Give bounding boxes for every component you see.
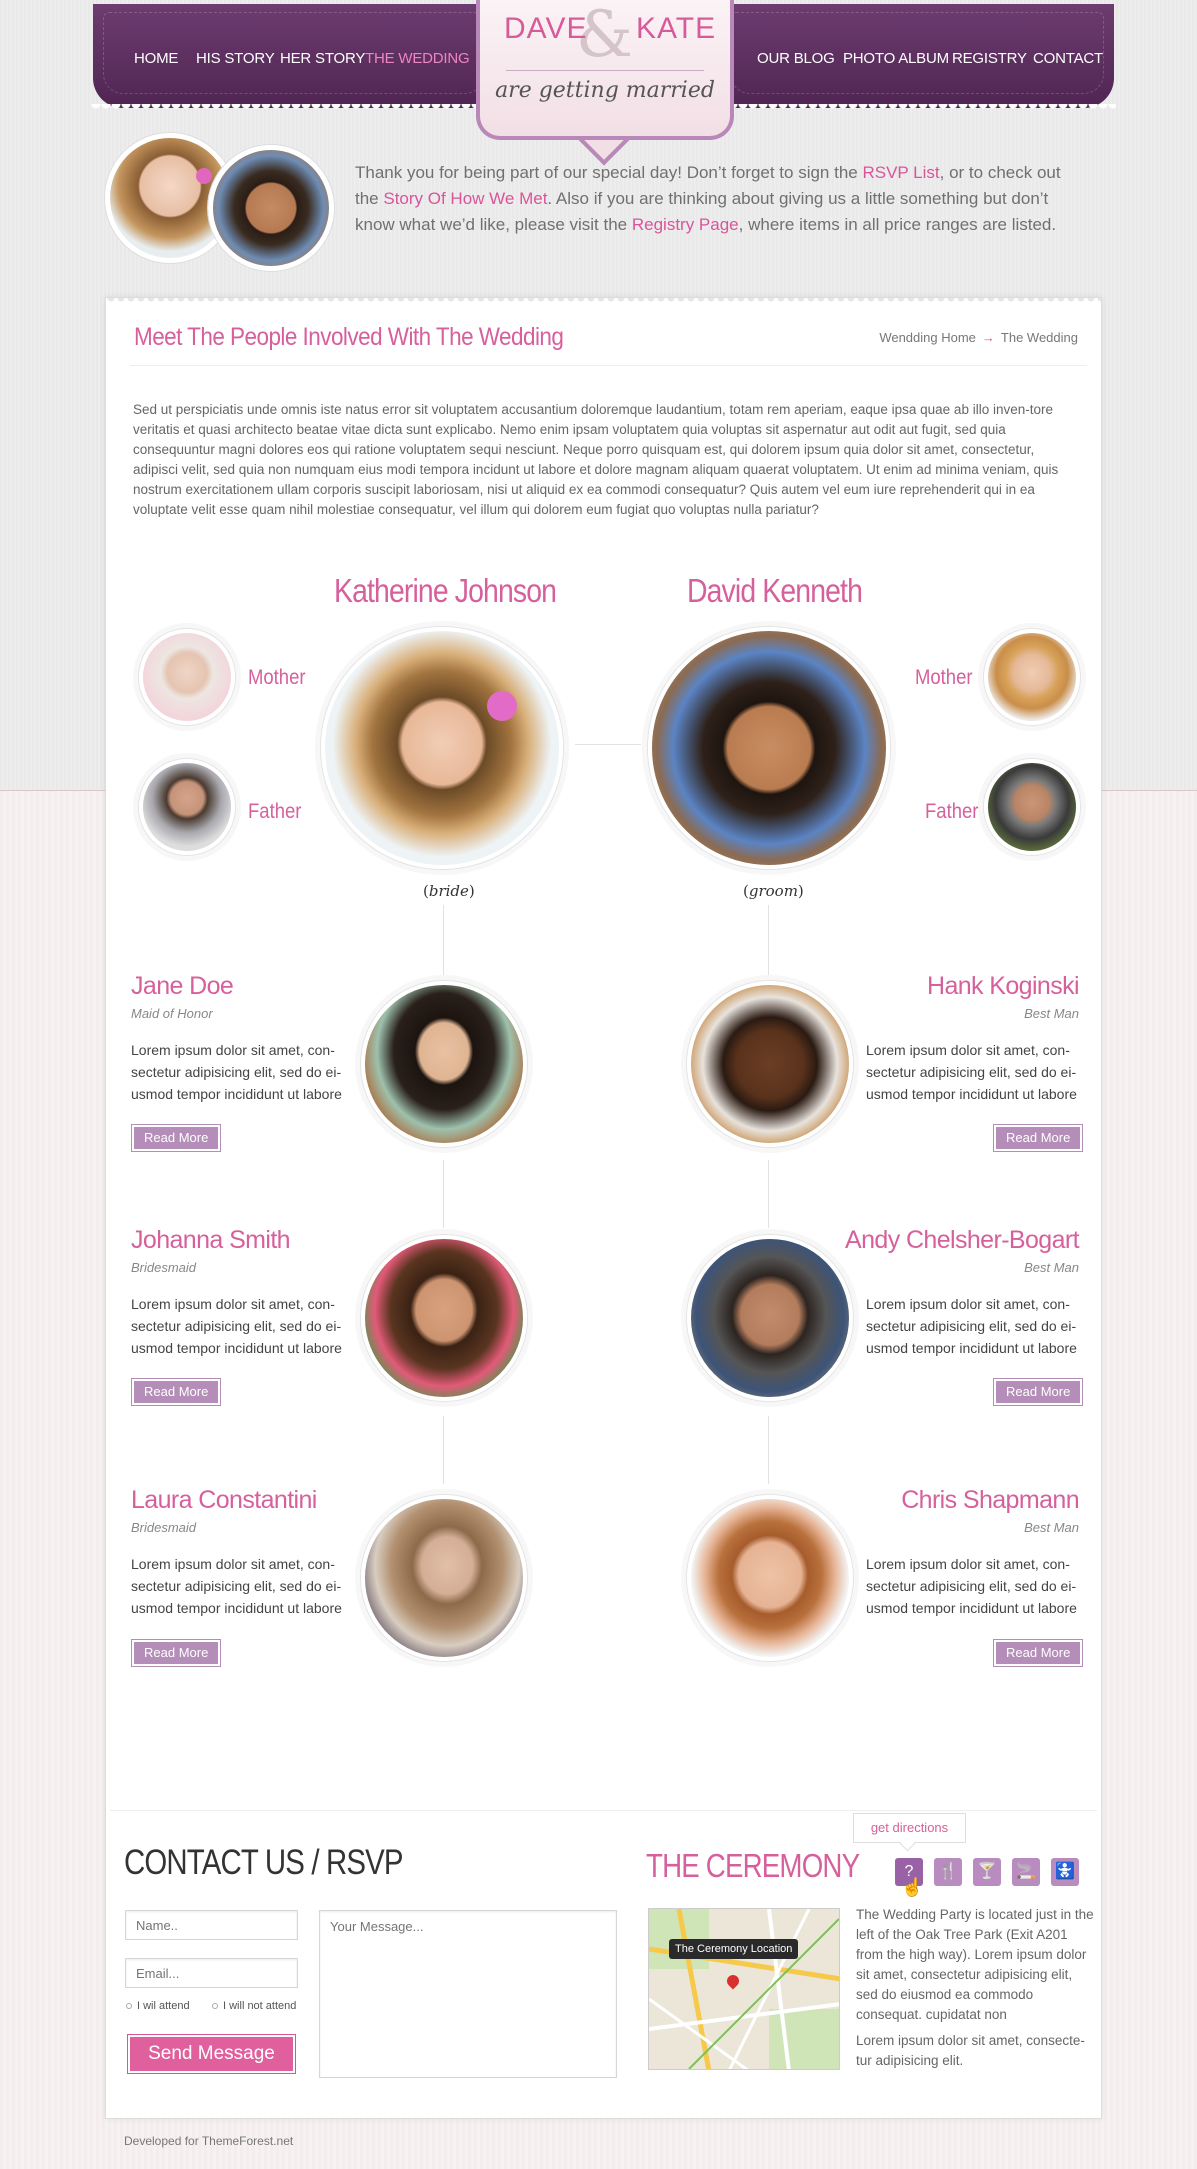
breadcrumb-arrow-icon: → xyxy=(981,330,995,345)
groom-father-photo xyxy=(984,759,1080,855)
party-name: Andy Chelsher-Bogart xyxy=(845,1226,1080,1254)
flower-icon xyxy=(487,691,517,721)
nav-contact[interactable]: CONTACT xyxy=(1033,50,1103,67)
bride-mother-label: Mother xyxy=(248,666,306,689)
intro-text: Thank you for being part of our special … xyxy=(355,163,1061,234)
map-location-label: The Ceremony Location xyxy=(669,1939,799,1959)
page-title: Meet The People Involved With The Weddin… xyxy=(134,323,564,351)
story-link[interactable]: Story Of How We Met xyxy=(383,189,547,208)
party-desc: Lorem ipsum dolor sit amet, con-sectetur… xyxy=(866,1556,1077,1616)
map-streets xyxy=(649,1909,839,2069)
breadcrumb-current: The Wedding xyxy=(1000,330,1078,345)
party-name: Johanna Smith xyxy=(131,1226,291,1254)
nav-his-story[interactable]: HIS STORY xyxy=(196,50,275,67)
logo-tagline: are getting married xyxy=(495,78,715,103)
read-more-button[interactable]: Read More xyxy=(994,1125,1083,1151)
get-directions-tooltip: get directions xyxy=(853,1813,966,1843)
read-more-button[interactable]: Read More xyxy=(994,1379,1083,1405)
party-role: Best Man xyxy=(1024,1520,1079,1535)
party-desc: Lorem ipsum dolor sit amet, con-sectetur… xyxy=(131,1296,342,1356)
party-name: Laura Constantini xyxy=(131,1486,317,1514)
party-role: Maid of Honor xyxy=(131,1006,213,1021)
groom-caption: (groom) xyxy=(743,882,804,900)
fork-knife-icon[interactable]: 🍴 xyxy=(934,1858,962,1886)
logo-name-dave: DAVE xyxy=(504,12,588,45)
radio-circle-icon xyxy=(212,2003,218,2010)
bride-mother-photo xyxy=(139,629,235,725)
bride-father-label: Father xyxy=(248,800,302,823)
party-role: Bridesmaid xyxy=(131,1260,197,1275)
logo-name-kate: KATE xyxy=(636,12,717,45)
cocktail-icon[interactable]: 🍸 xyxy=(973,1858,1001,1886)
intro-paragraph: Sed ut perspiciatis unde omnis iste natu… xyxy=(133,402,1059,517)
laura-constantini-photo xyxy=(361,1495,527,1661)
bride-name: Katherine Johnson xyxy=(334,572,557,609)
groom-photo xyxy=(648,627,890,869)
party-role: Bridesmaid xyxy=(131,1520,197,1535)
footer-credit: Developed for ThemeForest.net xyxy=(124,2134,294,2148)
jane-doe-photo xyxy=(361,981,527,1147)
nav-bar-right: OUR BLOG PHOTO ALBUM REGISTRY CONTACT xyxy=(718,4,1116,114)
hank-koginski-photo xyxy=(687,981,853,1147)
nav-the-wedding[interactable]: THE WEDDING xyxy=(365,50,470,67)
radio-circle-icon xyxy=(126,2003,132,2010)
ceremony-map[interactable]: The Ceremony Location xyxy=(648,1908,840,2070)
party-desc: Lorem ipsum dolor sit amet, con-sectetur… xyxy=(131,1556,342,1616)
read-more-button[interactable]: Read More xyxy=(132,1125,221,1151)
groom-name: David Kenneth xyxy=(687,572,863,609)
groom-mother-photo xyxy=(984,629,1080,725)
nav-our-blog[interactable]: OUR BLOG xyxy=(757,50,835,67)
breadcrumb: Wendding Home → The Wedding xyxy=(879,330,1078,345)
attend-radio[interactable]: I wil attend xyxy=(126,2000,190,2012)
party-desc: Lorem ipsum dolor sit amet, con-sectetur… xyxy=(131,1042,342,1102)
name-input[interactable] xyxy=(125,1910,298,1940)
contact-title: CONTACT US / RSVP xyxy=(124,1843,404,1882)
party-role: Best Man xyxy=(1024,1006,1079,1021)
breadcrumb-home[interactable]: Wendding Home xyxy=(879,330,976,345)
ceremony-title: THE CEREMONY xyxy=(646,1847,860,1884)
bride-father-photo xyxy=(139,759,235,855)
party-desc: Lorem ipsum dolor sit amet, con-sectetur… xyxy=(866,1296,1077,1356)
email-input[interactable] xyxy=(125,1958,298,1988)
bride-caption: (bride) xyxy=(423,882,475,900)
ceremony-text: The Wedding Party is located just in the… xyxy=(856,1907,1094,2068)
party-desc: Lorem ipsum dolor sit amet, con-sectetur… xyxy=(866,1042,1077,1102)
rsvp-list-link[interactable]: RSVP List xyxy=(862,163,939,182)
hand-cursor-icon: ☝ xyxy=(901,1877,924,1897)
nav-home[interactable]: HOME xyxy=(134,50,178,67)
bride-photo xyxy=(321,627,563,869)
johanna-smith-photo xyxy=(361,1235,527,1401)
read-more-button[interactable]: Read More xyxy=(132,1379,221,1405)
groom-avatar xyxy=(208,145,334,271)
flower-icon xyxy=(196,168,212,184)
baby-icon[interactable]: 🚼 xyxy=(1051,1858,1079,1886)
groom-father-label: Father xyxy=(925,800,979,823)
nav-registry[interactable]: REGISTRY xyxy=(952,50,1027,67)
cigarette-icon[interactable]: 🚬 xyxy=(1012,1858,1040,1886)
nav-bar-left: HOME HIS STORY HER STORY THE WEDDING xyxy=(91,4,497,114)
party-name: Jane Doe xyxy=(131,972,234,1000)
chris-shapmann-photo xyxy=(687,1495,853,1661)
send-message-button[interactable]: Send Message xyxy=(128,2035,295,2073)
party-name: Hank Koginski xyxy=(926,972,1080,1000)
not-attend-radio[interactable]: I will not attend xyxy=(212,2000,296,2012)
message-textarea[interactable] xyxy=(319,1910,617,2078)
groom-mother-label: Mother xyxy=(915,666,973,689)
read-more-button[interactable]: Read More xyxy=(994,1640,1083,1666)
nav-her-story[interactable]: HER STORY xyxy=(280,50,365,67)
registry-page-link[interactable]: Registry Page xyxy=(632,215,739,234)
party-role: Best Man xyxy=(1024,1260,1079,1275)
nav-photo-album[interactable]: PHOTO ALBUM xyxy=(843,50,949,67)
read-more-button[interactable]: Read More xyxy=(132,1640,221,1666)
party-name: Chris Shapmann xyxy=(901,1486,1079,1514)
andy-chelsher-bogart-photo xyxy=(687,1235,853,1401)
site-logo[interactable]: & DAVE KATE are getting married xyxy=(476,0,734,166)
